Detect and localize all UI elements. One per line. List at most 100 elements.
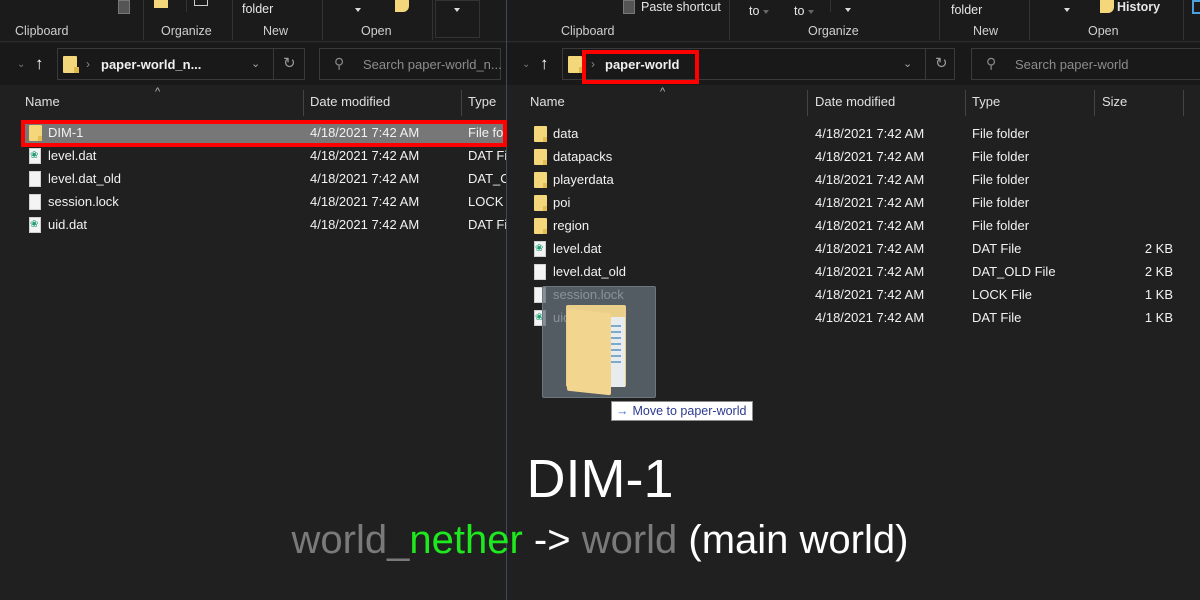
column-separator[interactable] (965, 90, 966, 116)
column-separator[interactable] (461, 90, 462, 116)
left-explorer-window: folder Clipboard Organize New Open ⌄ ↑ ›… (0, 0, 506, 600)
breadcrumb-chevron-icon[interactable]: › (86, 57, 90, 71)
folder-icon (534, 218, 547, 234)
file-row[interactable]: poi 4/18/2021 7:42 AM File folder (533, 192, 1200, 214)
up-arrow-icon[interactable]: ↑ (540, 54, 549, 74)
dat-file-icon (29, 148, 41, 164)
history-button[interactable]: History (1117, 0, 1160, 14)
folder-icon (29, 125, 42, 141)
column-header-size[interactable]: Size (1102, 94, 1127, 109)
file-name: level.dat_old (553, 264, 626, 279)
group-label-new: New (973, 24, 999, 38)
file-name: level.dat (48, 148, 97, 163)
select-all-icon[interactable] (1192, 0, 1200, 14)
ribbon-separator (232, 0, 233, 40)
column-header-date-modified[interactable]: Date modified (815, 94, 895, 109)
file-row[interactable]: datapacks 4/18/2021 7:42 AM File folder (533, 146, 1200, 168)
copy-to-dropdown-icon[interactable] (808, 10, 814, 14)
folder-icon (534, 149, 547, 165)
window-divider (506, 0, 507, 600)
address-bar[interactable]: › paper-world ⌄ ↻ (562, 48, 955, 80)
move-to-button[interactable]: to (749, 4, 759, 18)
column-separator[interactable] (807, 90, 808, 116)
recent-locations-chevron-icon[interactable]: ⌄ (17, 59, 25, 70)
address-bar[interactable]: › paper-world_n... ⌄ ↻ (57, 48, 305, 80)
column-separator[interactable] (1183, 90, 1184, 116)
column-separator[interactable] (1094, 90, 1095, 116)
folder-front-icon (567, 308, 611, 396)
move-to-dropdown-icon[interactable] (763, 10, 769, 14)
file-type: File fo (468, 125, 504, 140)
select-group-box[interactable] (435, 0, 480, 38)
file-type: File folder (972, 149, 1030, 164)
file-type: LOCK File (972, 287, 1032, 302)
file-name: DIM-1 (48, 125, 84, 140)
recent-locations-chevron-icon[interactable]: ⌄ (522, 59, 530, 70)
file-row[interactable]: level.dat_old 4/18/2021 7:42 AM DAT_O (24, 168, 506, 190)
new-folder-button[interactable]: folder (242, 2, 273, 16)
file-name: datapacks (553, 149, 613, 164)
paste-shortcut-icon (623, 0, 635, 14)
group-label-open: Open (1088, 24, 1119, 38)
copy-to-icon[interactable] (194, 0, 208, 6)
file-row[interactable]: region 4/18/2021 7:42 AM File folder (533, 215, 1200, 237)
ribbon-separator (830, 0, 831, 12)
column-header-date-modified[interactable]: Date modified (310, 94, 390, 109)
breadcrumb-chevron-icon[interactable]: › (591, 57, 595, 71)
address-dropdown-icon[interactable]: ⌄ (251, 57, 260, 70)
file-row[interactable]: uid.dat 4/18/2021 7:42 AM DAT Fil (24, 214, 506, 236)
file-row[interactable]: playerdata 4/18/2021 7:42 AM File folder (533, 169, 1200, 191)
group-label-new: New (263, 24, 289, 38)
group-label-organize: Organize (161, 24, 212, 38)
new-folder-button[interactable]: folder (951, 3, 982, 17)
file-row[interactable]: session.lock 4/18/2021 7:42 AM LOCK I (24, 191, 506, 213)
move-to-icon[interactable] (154, 0, 168, 8)
address-dropdown-icon[interactable]: ⌄ (903, 57, 912, 70)
file-date-modified: 4/18/2021 7:42 AM (815, 241, 925, 256)
file-row[interactable]: DIM-1 4/18/2021 7:42 AM File fo (24, 122, 506, 144)
properties-dropdown-icon[interactable] (355, 8, 361, 12)
column-header-name[interactable]: Name (25, 94, 60, 109)
column-header-type[interactable]: Type (468, 94, 496, 109)
properties-dropdown-icon[interactable] (1064, 8, 1070, 12)
column-header-type[interactable]: Type (972, 94, 1000, 109)
column-separator[interactable] (303, 90, 304, 116)
address-path[interactable]: paper-world (605, 57, 679, 72)
file-name: poi (553, 195, 571, 210)
group-label-clipboard: Clipboard (561, 24, 615, 38)
file-date-modified: 4/18/2021 7:42 AM (815, 264, 925, 279)
drag-tooltip-text: Move to paper-world (632, 404, 747, 418)
address-path[interactable]: paper-world_n... (101, 57, 201, 72)
navigation-bar: ⌄ ↑ › paper-world_n... ⌄ ↻ ⚲ Search pape… (0, 43, 506, 85)
refresh-icon[interactable]: ↻ (935, 54, 948, 72)
file-type: DAT File (972, 310, 1022, 325)
sort-ascending-icon: ^ (660, 86, 666, 98)
file-date-modified: 4/18/2021 7:42 AM (815, 195, 925, 210)
search-box[interactable]: ⚲ Search paper-world (971, 48, 1200, 80)
file-row[interactable]: level.dat_old 4/18/2021 7:42 AM DAT_OLD Fi… (533, 261, 1200, 283)
ribbon-separator (186, 0, 187, 12)
file-row[interactable]: data 4/18/2021 7:42 AM File folder (533, 123, 1200, 145)
file-row[interactable]: level.dat 4/18/2021 7:42 AM DAT Fil (24, 145, 506, 167)
file-date-modified: 4/18/2021 7:42 AM (310, 125, 420, 140)
paste-shortcut-button[interactable]: Paste shortcut (641, 0, 721, 14)
dat-file-icon (534, 241, 546, 257)
select-dropdown-icon[interactable] (454, 8, 460, 12)
file-row[interactable]: level.dat 4/18/2021 7:42 AM DAT File 2 KB (533, 238, 1200, 260)
delete-dropdown-icon[interactable] (845, 8, 851, 12)
folder-icon (568, 56, 584, 73)
search-box[interactable]: ⚲ Search paper-world_n... (319, 48, 502, 80)
up-arrow-icon[interactable]: ↑ (35, 54, 44, 74)
refresh-icon[interactable]: ↻ (283, 54, 296, 72)
file-date-modified: 4/18/2021 7:42 AM (815, 126, 925, 141)
history-icon[interactable] (395, 0, 409, 12)
file-date-modified: 4/18/2021 7:42 AM (310, 148, 420, 163)
file-size: 2 KB (1144, 264, 1173, 279)
file-type: File folder (972, 195, 1030, 210)
file-type: File folder (972, 172, 1030, 187)
file-date-modified: 4/18/2021 7:42 AM (815, 172, 925, 187)
column-header-name[interactable]: Name (530, 94, 565, 109)
copy-to-button[interactable]: to (794, 4, 804, 18)
history-icon[interactable] (1100, 0, 1114, 13)
paste-shortcut-icon[interactable] (118, 0, 130, 14)
